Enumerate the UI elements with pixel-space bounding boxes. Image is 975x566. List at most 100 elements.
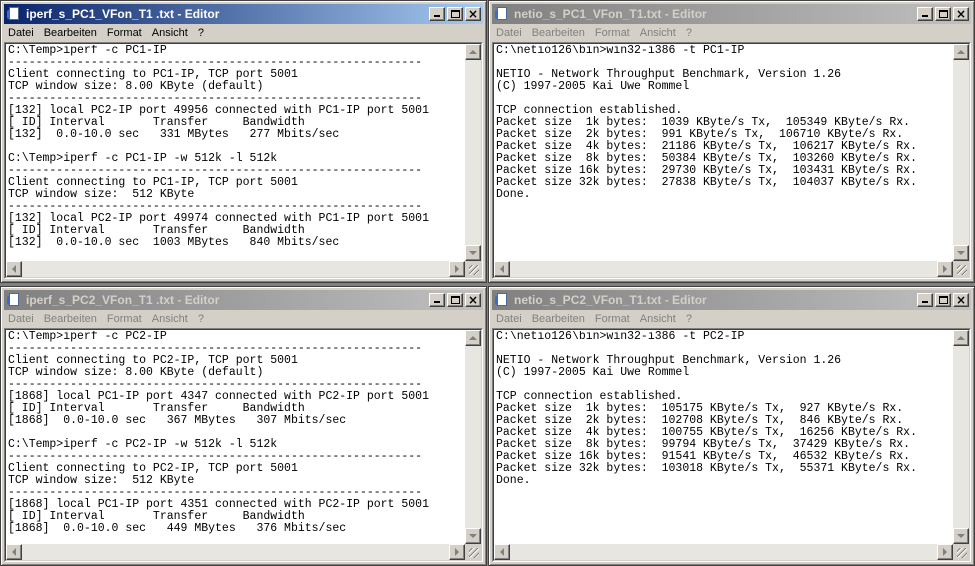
notepad-icon <box>495 293 508 307</box>
editor-window-netio-pc2[interactable]: netio_s_PC2_VFon_T1.txt - Editor × Datei… <box>488 286 975 566</box>
arrow-up-icon <box>957 46 965 54</box>
menu-bearbeiten[interactable]: Bearbeiten <box>40 313 101 325</box>
editor-window-netio-pc1[interactable]: netio_s_PC1_VFon_T1.txt - Editor × Datei… <box>488 0 975 283</box>
minimize-button[interactable] <box>429 293 445 307</box>
menu-datei[interactable]: Datei <box>4 27 38 39</box>
minimize-button[interactable] <box>917 293 933 307</box>
text-editor[interactable]: C:\Temp>iperf -c PC2-IP ----------------… <box>4 328 483 562</box>
vertical-scrollbar[interactable] <box>953 44 969 261</box>
editor-window-iperf-pc1[interactable]: iperf_s_PC1_VFon_T1 .txt - Editor × Date… <box>0 0 487 283</box>
size-grip[interactable] <box>465 544 481 560</box>
scroll-left-button[interactable] <box>494 261 510 277</box>
title-bar[interactable]: iperf_s_PC2_VFon_T1 .txt - Editor × <box>4 290 483 310</box>
scroll-up-button[interactable] <box>953 44 969 60</box>
text-content[interactable]: C:\netio126\bin>win32-i386 -t PC2-IP NET… <box>496 331 951 542</box>
window-title: netio_s_PC2_VFon_T1.txt - Editor <box>514 293 707 307</box>
menu-ansicht[interactable]: Ansicht <box>636 27 680 39</box>
text-content[interactable]: C:\netio126\bin>win32-i386 -t PC1-IP NET… <box>496 45 951 259</box>
menu-format[interactable]: Format <box>591 313 634 325</box>
window-title: netio_s_PC1_VFon_T1.txt - Editor <box>514 7 707 21</box>
editor-window-iperf-pc2[interactable]: iperf_s_PC2_VFon_T1 .txt - Editor × Date… <box>0 286 487 566</box>
scroll-down-button[interactable] <box>953 245 969 261</box>
maximize-button[interactable] <box>447 293 463 307</box>
vertical-scrollbar[interactable] <box>953 330 969 544</box>
close-button[interactable]: × <box>465 7 481 21</box>
close-button[interactable]: × <box>953 293 969 307</box>
notepad-icon <box>7 293 20 307</box>
menu-bar: Datei Bearbeiten Format Ansicht ? <box>492 24 971 42</box>
close-button[interactable]: × <box>465 293 481 307</box>
size-grip[interactable] <box>953 261 969 277</box>
maximize-button[interactable] <box>935 7 951 21</box>
scroll-down-button[interactable] <box>465 528 481 544</box>
vertical-scrollbar[interactable] <box>465 44 481 261</box>
menu-help[interactable]: ? <box>194 313 208 325</box>
scroll-down-button[interactable] <box>465 245 481 261</box>
horizontal-scrollbar[interactable] <box>494 261 953 277</box>
maximize-icon <box>451 296 460 304</box>
scroll-left-button[interactable] <box>6 261 22 277</box>
minimize-icon <box>434 301 440 303</box>
menu-datei[interactable]: Datei <box>492 313 526 325</box>
title-bar[interactable]: iperf_s_PC1_VFon_T1 .txt - Editor × <box>4 4 483 24</box>
scroll-down-button[interactable] <box>953 528 969 544</box>
scroll-right-button[interactable] <box>937 261 953 277</box>
notepad-icon <box>7 7 20 21</box>
menu-help[interactable]: ? <box>682 313 696 325</box>
maximize-button[interactable] <box>935 293 951 307</box>
arrow-left-icon <box>8 548 16 556</box>
menu-bar: Datei Bearbeiten Format Ansicht ? <box>4 24 483 42</box>
menu-ansicht[interactable]: Ansicht <box>636 313 680 325</box>
menu-bearbeiten[interactable]: Bearbeiten <box>40 27 101 39</box>
arrow-right-icon <box>455 548 463 556</box>
menu-bearbeiten[interactable]: Bearbeiten <box>528 313 589 325</box>
minimize-button[interactable] <box>429 7 445 21</box>
maximize-icon <box>939 296 948 304</box>
scroll-up-button[interactable] <box>465 330 481 346</box>
scroll-up-button[interactable] <box>953 330 969 346</box>
menu-datei[interactable]: Datei <box>4 313 38 325</box>
arrow-left-icon <box>496 548 504 556</box>
text-editor[interactable]: C:\netio126\bin>win32-i386 -t PC1-IP NET… <box>492 42 971 279</box>
scroll-up-button[interactable] <box>465 44 481 60</box>
menu-datei[interactable]: Datei <box>492 27 526 39</box>
menu-format[interactable]: Format <box>103 27 146 39</box>
size-grip[interactable] <box>465 261 481 277</box>
scroll-right-button[interactable] <box>937 544 953 560</box>
arrow-left-icon <box>8 265 16 273</box>
menu-bearbeiten[interactable]: Bearbeiten <box>528 27 589 39</box>
scroll-left-button[interactable] <box>494 544 510 560</box>
arrow-right-icon <box>943 265 951 273</box>
scroll-right-button[interactable] <box>449 261 465 277</box>
text-editor[interactable]: C:\netio126\bin>win32-i386 -t PC2-IP NET… <box>492 328 971 562</box>
vertical-scrollbar[interactable] <box>465 330 481 544</box>
minimize-icon <box>922 15 928 17</box>
menu-help[interactable]: ? <box>194 27 208 39</box>
menu-ansicht[interactable]: Ansicht <box>148 313 192 325</box>
menu-help[interactable]: ? <box>682 27 696 39</box>
maximize-button[interactable] <box>447 7 463 21</box>
close-icon: × <box>467 7 479 21</box>
menu-format[interactable]: Format <box>103 313 146 325</box>
horizontal-scrollbar[interactable] <box>494 544 953 560</box>
horizontal-scrollbar[interactable] <box>6 261 465 277</box>
arrow-right-icon <box>943 548 951 556</box>
arrow-right-icon <box>455 265 463 273</box>
size-grip[interactable] <box>953 544 969 560</box>
text-content[interactable]: C:\Temp>iperf -c PC1-IP ----------------… <box>8 45 463 259</box>
horizontal-scrollbar[interactable] <box>6 544 465 560</box>
close-button[interactable]: × <box>953 7 969 21</box>
close-icon: × <box>955 293 967 307</box>
text-content[interactable]: C:\Temp>iperf -c PC2-IP ----------------… <box>8 331 463 542</box>
scroll-right-button[interactable] <box>449 544 465 560</box>
close-icon: × <box>955 7 967 21</box>
menu-format[interactable]: Format <box>591 27 634 39</box>
title-bar[interactable]: netio_s_PC2_VFon_T1.txt - Editor × <box>492 290 971 310</box>
title-bar[interactable]: netio_s_PC1_VFon_T1.txt - Editor × <box>492 4 971 24</box>
menu-bar: Datei Bearbeiten Format Ansicht ? <box>4 310 483 328</box>
arrow-left-icon <box>496 265 504 273</box>
scroll-left-button[interactable] <box>6 544 22 560</box>
minimize-button[interactable] <box>917 7 933 21</box>
menu-ansicht[interactable]: Ansicht <box>148 27 192 39</box>
text-editor[interactable]: C:\Temp>iperf -c PC1-IP ----------------… <box>4 42 483 279</box>
